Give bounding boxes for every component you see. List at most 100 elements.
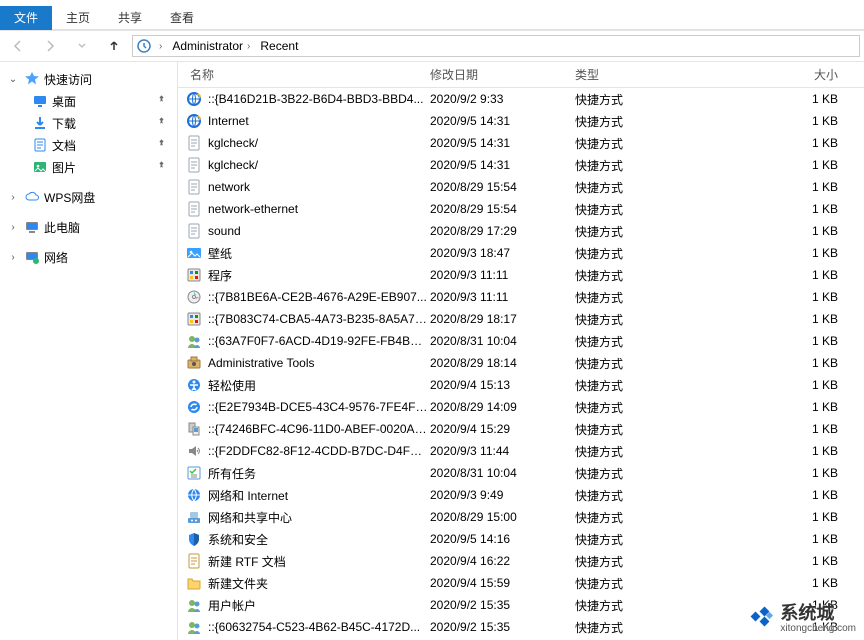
main-area: ⌄ 快速访问 桌面下载文档图片 › WPS网盘 › 此电脑 › 网络 名称 修改… bbox=[0, 62, 864, 640]
file-list: 名称 修改日期 类型 大小 ::{B416D21B-3B22-B6D4-BBD3… bbox=[178, 62, 864, 640]
file-type: 快捷方式 bbox=[575, 311, 720, 328]
file-name: 轻松使用 bbox=[208, 377, 256, 394]
file-row[interactable]: kglcheck/2020/9/5 14:31快捷方式1 KB bbox=[178, 154, 864, 176]
file-row[interactable]: ::{63A7F0F7-6ACD-4D19-92FE-FB4BD9...2020… bbox=[178, 330, 864, 352]
file-name: 所有任务 bbox=[208, 465, 256, 482]
file-type: 快捷方式 bbox=[575, 619, 720, 636]
file-row[interactable]: 所有任务2020/8/31 10:04快捷方式1 KB bbox=[178, 462, 864, 484]
file-row[interactable]: 程序2020/9/3 11:11快捷方式1 KB bbox=[178, 264, 864, 286]
file-row[interactable]: ::{7B083C74-CBA5-4A73-B235-8A5A71...2020… bbox=[178, 308, 864, 330]
file-date: 2020/8/31 10:04 bbox=[430, 334, 575, 348]
picture-icon bbox=[32, 159, 48, 175]
col-size[interactable]: 大小 bbox=[720, 66, 864, 83]
file-tab[interactable]: 文件 bbox=[0, 6, 52, 30]
nav-wps[interactable]: › WPS网盘 bbox=[0, 186, 177, 208]
download-icon bbox=[32, 115, 48, 131]
file-size: 1 KB bbox=[720, 598, 864, 612]
file-name: ::{E2E7934B-DCE5-43C4-9576-7FE4F7... bbox=[208, 400, 430, 414]
nav-quick-item[interactable]: 图片 bbox=[0, 156, 177, 178]
file-name: 用户帐户 bbox=[208, 597, 256, 614]
disc-icon bbox=[186, 289, 202, 305]
file-name: 系统和安全 bbox=[208, 531, 268, 548]
file-row[interactable]: Administrative Tools2020/8/29 18:14快捷方式1… bbox=[178, 352, 864, 374]
file-row[interactable]: ::{F2DDFC82-8F12-4CDD-B7DC-D4FE1...2020/… bbox=[178, 440, 864, 462]
users-icon bbox=[186, 597, 202, 613]
col-type[interactable]: 类型 bbox=[575, 66, 720, 83]
col-name[interactable]: 名称 bbox=[178, 66, 430, 83]
file-date: 2020/9/4 15:29 bbox=[430, 422, 575, 436]
nav-network[interactable]: › 网络 bbox=[0, 246, 177, 268]
back-button[interactable] bbox=[4, 34, 32, 58]
file-name: 网络和 Internet bbox=[208, 487, 288, 504]
file-date: 2020/9/2 15:35 bbox=[430, 598, 575, 612]
file-name: sound bbox=[208, 224, 241, 238]
nav-this-pc[interactable]: › 此电脑 bbox=[0, 216, 177, 238]
chevron-right-icon[interactable]: › bbox=[6, 222, 20, 233]
tab-share[interactable]: 共享 bbox=[104, 6, 156, 30]
file-row[interactable]: 系统和安全2020/9/5 14:16快捷方式1 KB bbox=[178, 528, 864, 550]
pin-icon bbox=[156, 138, 167, 152]
file-date: 2020/9/4 15:13 bbox=[430, 378, 575, 392]
file-size: 1 KB bbox=[720, 422, 864, 436]
network-icon bbox=[24, 249, 40, 265]
file-name: ::{B416D21B-3B22-B6D4-BBD3-BBD4... bbox=[208, 92, 423, 106]
doc-icon bbox=[186, 223, 202, 239]
file-row[interactable]: 新建 RTF 文档2020/9/4 16:22快捷方式1 KB bbox=[178, 550, 864, 572]
file-row[interactable]: 用户帐户2020/9/2 15:35快捷方式1 KB bbox=[178, 594, 864, 616]
recent-dropdown[interactable] bbox=[68, 34, 96, 58]
file-row[interactable]: sound2020/8/29 17:29快捷方式1 KB bbox=[178, 220, 864, 242]
file-row[interactable]: ::{7B81BE6A-CE2B-4676-A29E-EB907...2020/… bbox=[178, 286, 864, 308]
crumb-recent[interactable]: Recent bbox=[256, 39, 302, 53]
star-icon bbox=[24, 71, 40, 87]
file-name: ::{74246BFC-4C96-11D0-ABEF-0020AF... bbox=[208, 422, 430, 436]
file-size: 1 KB bbox=[720, 92, 864, 106]
tab-view[interactable]: 查看 bbox=[156, 6, 208, 30]
file-row[interactable]: network-ethernet2020/8/29 15:54快捷方式1 KB bbox=[178, 198, 864, 220]
file-row[interactable]: ::{74246BFC-4C96-11D0-ABEF-0020AF...2020… bbox=[178, 418, 864, 440]
file-row[interactable]: 壁纸2020/9/3 18:47快捷方式1 KB bbox=[178, 242, 864, 264]
file-row[interactable]: 网络和共享中心2020/8/29 15:00快捷方式1 KB bbox=[178, 506, 864, 528]
file-row[interactable]: kglcheck/2020/9/5 14:31快捷方式1 KB bbox=[178, 132, 864, 154]
nav-quick-access[interactable]: ⌄ 快速访问 bbox=[0, 68, 177, 90]
nav-quick-item[interactable]: 文档 bbox=[0, 134, 177, 156]
file-size: 1 KB bbox=[720, 488, 864, 502]
file-row[interactable]: 新建文件夹2020/9/4 15:59快捷方式1 KB bbox=[178, 572, 864, 594]
file-row[interactable]: ::{B416D21B-3B22-B6D4-BBD3-BBD4...2020/9… bbox=[178, 88, 864, 110]
file-type: 快捷方式 bbox=[575, 113, 720, 130]
file-date: 2020/8/29 17:29 bbox=[430, 224, 575, 238]
file-size: 1 KB bbox=[720, 554, 864, 568]
file-type: 快捷方式 bbox=[575, 399, 720, 416]
address-path[interactable]: › Administrator› Recent bbox=[132, 35, 860, 57]
file-row[interactable]: 网络和 Internet2020/9/3 9:49快捷方式1 KB bbox=[178, 484, 864, 506]
file-date: 2020/9/5 14:31 bbox=[430, 158, 575, 172]
file-name: 程序 bbox=[208, 267, 232, 284]
up-button[interactable] bbox=[100, 34, 128, 58]
chevron-right-icon[interactable]: › bbox=[6, 192, 20, 203]
file-name: ::{F2DDFC82-8F12-4CDD-B7DC-D4FE1... bbox=[208, 444, 430, 458]
nav-quick-item[interactable]: 桌面 bbox=[0, 90, 177, 112]
file-name: ::{63A7F0F7-6ACD-4D19-92FE-FB4BD9... bbox=[208, 334, 430, 348]
file-date: 2020/9/3 18:47 bbox=[430, 246, 575, 260]
file-row[interactable]: network2020/8/29 15:54快捷方式1 KB bbox=[178, 176, 864, 198]
crumb-admin[interactable]: Administrator› bbox=[168, 39, 254, 53]
speaker-icon bbox=[186, 443, 202, 459]
file-row[interactable]: Internet2020/9/5 14:31快捷方式1 KB bbox=[178, 110, 864, 132]
chevron-right-icon[interactable]: › bbox=[6, 252, 20, 263]
file-type: 快捷方式 bbox=[575, 487, 720, 504]
file-name: Internet bbox=[208, 114, 249, 128]
file-row[interactable]: ::{E2E7934B-DCE5-43C4-9576-7FE4F7...2020… bbox=[178, 396, 864, 418]
file-row[interactable]: ::{60632754-C523-4B62-B45C-4172D...2020/… bbox=[178, 616, 864, 638]
file-size: 1 KB bbox=[720, 136, 864, 150]
forward-button[interactable] bbox=[36, 34, 64, 58]
file-row[interactable]: 轻松使用2020/9/4 15:13快捷方式1 KB bbox=[178, 374, 864, 396]
file-date: 2020/9/5 14:31 bbox=[430, 114, 575, 128]
col-date[interactable]: 修改日期 bbox=[430, 66, 575, 83]
file-type: 快捷方式 bbox=[575, 135, 720, 152]
file-type: 快捷方式 bbox=[575, 355, 720, 372]
nav-pane: ⌄ 快速访问 桌面下载文档图片 › WPS网盘 › 此电脑 › 网络 bbox=[0, 62, 178, 640]
chevron-down-icon[interactable]: ⌄ bbox=[6, 74, 20, 85]
tab-home[interactable]: 主页 bbox=[52, 6, 104, 30]
nav-quick-item[interactable]: 下载 bbox=[0, 112, 177, 134]
file-date: 2020/9/4 16:22 bbox=[430, 554, 575, 568]
file-date: 2020/8/29 15:54 bbox=[430, 202, 575, 216]
